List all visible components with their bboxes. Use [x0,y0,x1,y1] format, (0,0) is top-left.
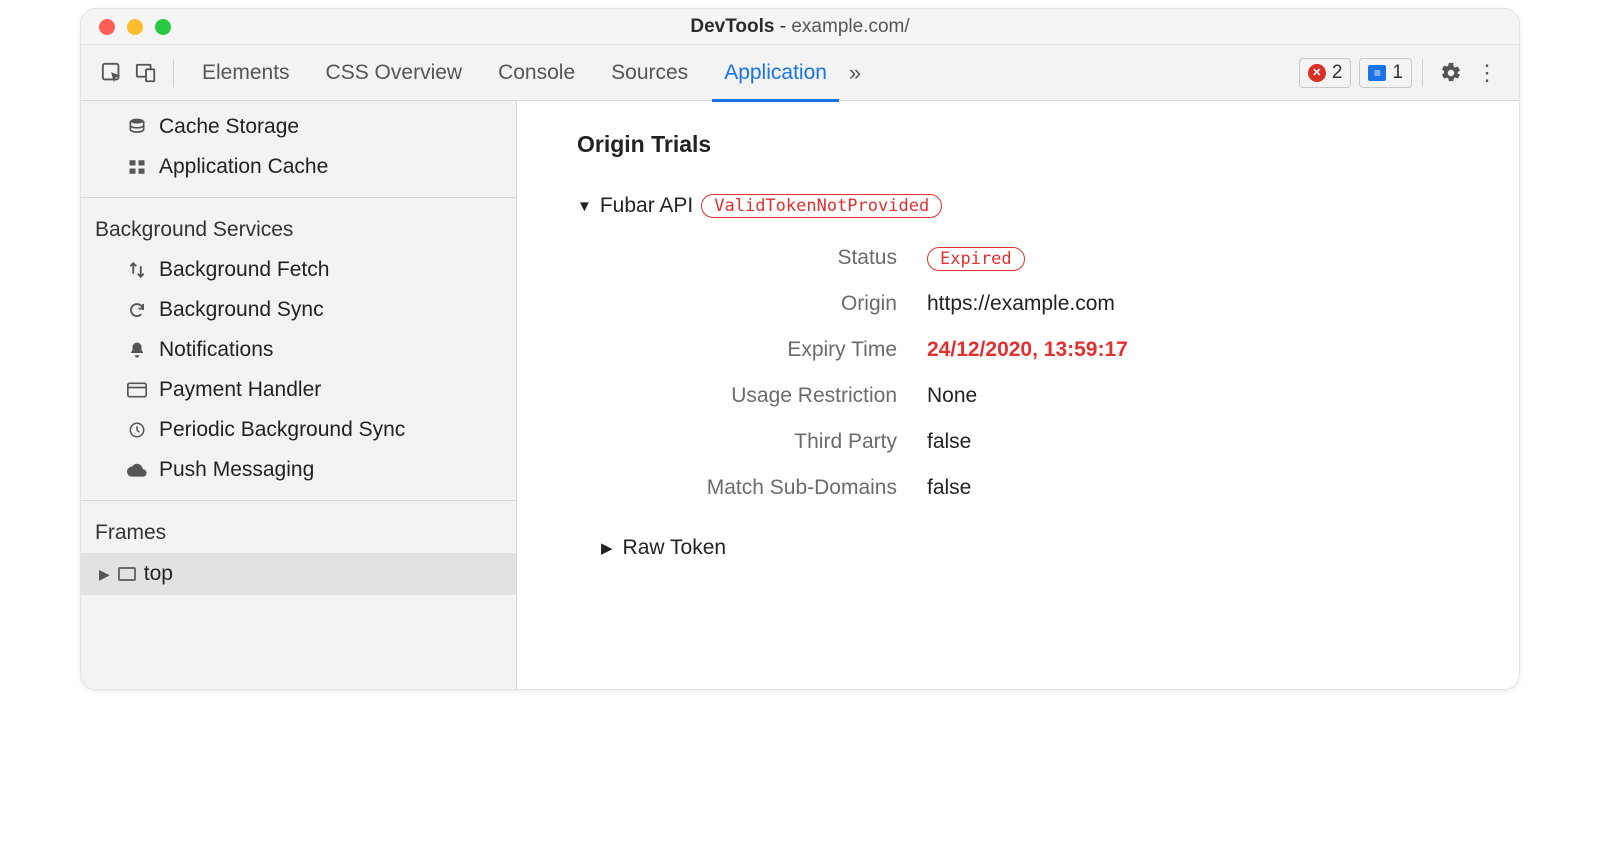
sync-icon [125,298,149,322]
window-title: DevTools - example.com/ [81,16,1519,38]
sidebar-header-background-services: Background Services [81,202,516,250]
more-tabs-icon[interactable]: » [849,60,861,86]
titlebar: DevTools - example.com/ [81,9,1519,45]
bell-icon [125,338,149,362]
sidebar-item-payment-handler[interactable]: Payment Handler [81,370,516,410]
clock-icon [125,418,149,442]
expiry-label: Expiry Time [617,338,897,362]
traffic-lights [99,19,171,35]
origin-label: Origin [617,292,897,316]
toolbar-divider-right [1422,59,1423,87]
transfer-icon [125,258,149,282]
settings-gear-icon[interactable] [1433,62,1469,84]
title-page: example.com/ [791,16,909,37]
tab-elements[interactable]: Elements [184,45,308,101]
frame-icon [118,567,136,581]
devtools-window: DevTools - example.com/ Elements CSS Ove… [80,8,1520,690]
zoom-icon[interactable] [155,19,171,35]
sidebar-item-push-messaging[interactable]: Push Messaging [81,450,516,490]
expiry-value: 24/12/2020, 13:59:17 [927,338,1459,362]
origin-value: https://example.com [927,292,1459,316]
tab-application[interactable]: Application [706,45,845,101]
status-label: Status [617,246,897,270]
errors-count: 2 [1332,62,1343,84]
panel-heading: Origin Trials [577,131,1459,158]
raw-token-label: Raw Token [623,536,727,560]
toolbar-divider [173,59,174,87]
minimize-icon[interactable] [127,19,143,35]
caret-right-icon: ▶ [99,566,110,583]
tab-console[interactable]: Console [480,45,593,101]
trial-details: Status Expired Origin https://example.co… [617,246,1459,500]
sidebar-item-application-cache[interactable]: Application Cache [81,147,516,187]
usage-value: None [927,384,1459,408]
match-sub-label: Match Sub-Domains [617,476,897,500]
tab-css-overview[interactable]: CSS Overview [308,45,481,101]
trial-row[interactable]: ▼ Fubar API ValidTokenNotProvided [577,194,1459,218]
message-icon [1368,65,1386,81]
sidebar: Cache Storage Application Cache Backgrou… [81,101,517,689]
sidebar-item-background-sync[interactable]: Background Sync [81,290,516,330]
caret-down-icon: ▼ [577,198,592,215]
sidebar-header-frames: Frames [81,505,516,553]
trial-badge: ValidTokenNotProvided [701,194,942,218]
database-icon [125,115,149,139]
messages-count: 1 [1392,62,1403,84]
cloud-icon [125,458,149,482]
third-party-label: Third Party [617,430,897,454]
sidebar-item-notifications[interactable]: Notifications [81,330,516,370]
messages-pill[interactable]: 1 [1359,58,1412,88]
sidebar-item-background-fetch[interactable]: Background Fetch [81,250,516,290]
raw-token-row[interactable]: ▶ Raw Token [601,536,1459,560]
inspect-icon[interactable] [95,56,129,90]
device-toggle-icon[interactable] [129,56,163,90]
main-panel: Origin Trials ▼ Fubar API ValidTokenNotP… [517,101,1519,689]
kebab-menu-icon[interactable]: ⋮ [1469,60,1505,86]
caret-right-icon: ▶ [601,539,613,557]
grid-icon [125,155,149,179]
trial-name: Fubar API [600,194,693,218]
body: Cache Storage Application Cache Backgrou… [81,101,1519,689]
sidebar-item-cache-storage[interactable]: Cache Storage [81,107,516,147]
status-value: Expired [927,246,1459,270]
title-app: DevTools [690,16,774,37]
match-sub-value: false [927,476,1459,500]
errors-pill[interactable]: 2 [1299,58,1352,88]
toolbar: Elements CSS Overview Console Sources Ap… [81,45,1519,101]
third-party-value: false [927,430,1459,454]
card-icon [125,378,149,402]
sidebar-item-frames-top[interactable]: ▶ top [81,553,516,595]
usage-label: Usage Restriction [617,384,897,408]
close-icon[interactable] [99,19,115,35]
tab-sources[interactable]: Sources [593,45,706,101]
sidebar-item-periodic-background-sync[interactable]: Periodic Background Sync [81,410,516,450]
error-icon [1308,64,1326,82]
